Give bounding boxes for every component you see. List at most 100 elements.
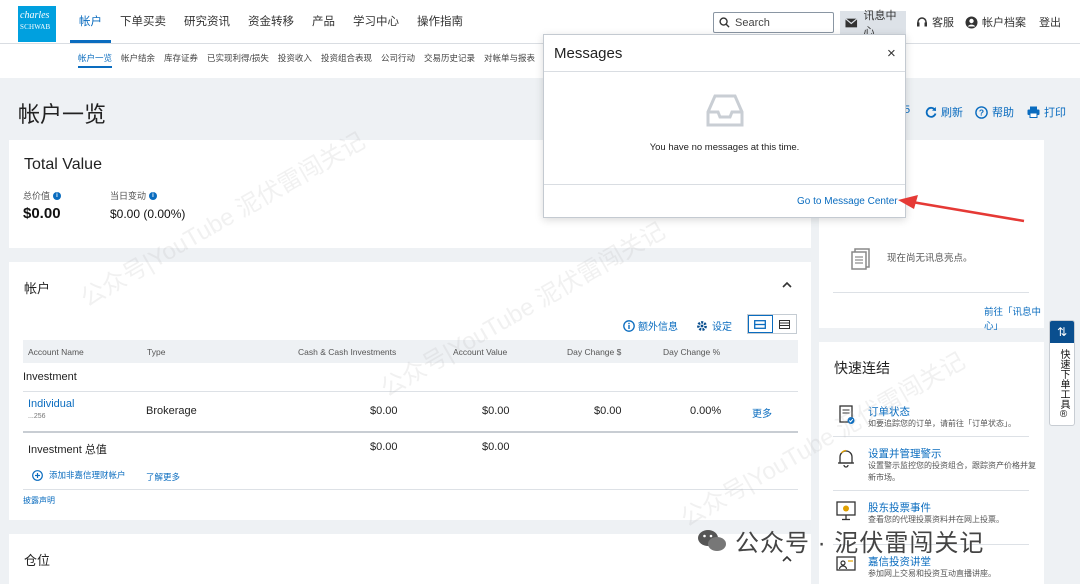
divider (833, 292, 1029, 293)
refresh-button[interactable]: 刷新 (925, 104, 963, 120)
quick-trade-label: 快速下单工具 (1058, 349, 1069, 409)
subnav-income[interactable]: 投资收入 (278, 52, 312, 68)
logout-link[interactable]: 登出 (1039, 0, 1061, 44)
divider (833, 490, 1029, 491)
document-icon (851, 248, 870, 270)
subnav-positions[interactable]: 库存证券 (164, 52, 198, 68)
subnav-gains[interactable]: 已实现利得/损失 (207, 52, 269, 68)
monitor-vote-icon (836, 501, 856, 521)
inbox-icon (706, 94, 744, 127)
info-icon[interactable]: i (149, 191, 158, 200)
divider (23, 489, 798, 490)
print-button[interactable]: 打印 (1027, 104, 1066, 120)
extra-info-link[interactable]: 额外信息 (623, 318, 678, 333)
chevron-up-icon[interactable] (782, 280, 792, 290)
messages-button[interactable]: 讯息中心 (840, 10, 906, 38)
settings-link[interactable]: 设定 (696, 318, 732, 333)
total-value-amount: $0.00 (23, 205, 61, 222)
disclosure-link[interactable]: 披露声明 (23, 495, 55, 506)
quick-trade-tab[interactable]: ⇅ 快速下单工具® (1049, 320, 1075, 426)
positions-card: 仓位 (9, 534, 811, 584)
subnav-history[interactable]: 交易历史记录 (424, 52, 475, 68)
gear-icon (697, 320, 707, 331)
col-account-name[interactable]: Account Name (28, 347, 84, 357)
divider (544, 71, 905, 72)
quick-link-order-status[interactable]: 订单状态 (868, 404, 910, 419)
divider (833, 436, 1029, 437)
search-placeholder: Search (735, 16, 770, 29)
subnav-corporate-actions[interactable]: 公司行动 (381, 52, 415, 68)
total-row-label: Investment 总值 (28, 444, 107, 456)
nav-accounts[interactable]: 帐户 (70, 0, 111, 44)
account-cash: $0.00 (370, 405, 398, 417)
registered-mark: ® (1058, 409, 1069, 420)
account-type: Brokerage (146, 405, 197, 417)
divider (544, 184, 905, 185)
account-day-change-pct: 0.00% (690, 405, 722, 417)
close-icon[interactable]: × (887, 45, 896, 62)
profile-link[interactable]: 帐户档案 (965, 0, 1026, 44)
group-label: Investment (23, 371, 77, 383)
col-type[interactable]: Type (147, 347, 165, 357)
highlights-empty-text: 现在尚无讯息亮点。 (887, 253, 973, 264)
subnav-statements[interactable]: 对帐单与报表 (484, 52, 535, 68)
quick-link-proxy-vote[interactable]: 股东投票事件 (868, 500, 931, 515)
envelope-icon (845, 17, 858, 27)
nav-trade[interactable]: 下单买卖 (111, 0, 175, 44)
accounts-title: 帐户 (24, 281, 51, 296)
go-message-center-link[interactable]: 前往「讯息中心」 (984, 304, 1044, 332)
accounts-table-header: Account Name Type Cash & Cash Investment… (23, 340, 798, 363)
list-view-button[interactable] (773, 315, 796, 333)
nav-guide[interactable]: 操作指南 (408, 0, 472, 44)
quick-links-title: 快速连结 (834, 360, 890, 376)
total-row-value: $0.00 (482, 441, 510, 453)
subnav-performance[interactable]: 投资组合表现 (321, 52, 372, 68)
wechat-watermark: 公众号 · 泥伏雷闯关记 (697, 523, 984, 558)
help-icon: ? (975, 105, 988, 119)
quick-link-desc: 如要追踪您的订单，请前往「订单状态」。 (868, 419, 1016, 428)
nav-products[interactable]: 产品 (303, 0, 344, 44)
col-day-change[interactable]: Day Change $ (567, 347, 621, 357)
subnav-balances[interactable]: 帐户结余 (121, 52, 155, 68)
divider (23, 391, 798, 392)
page-title: 帐户一览 (18, 102, 107, 127)
top-nav-bar: charles SCHWAB 帐户 下单买卖 研究资讯 资金转移 产品 学习中心… (0, 0, 1080, 44)
bell-icon (838, 449, 854, 468)
total-value-block: 总价值 i $0.00 (23, 189, 62, 222)
view-toggle (747, 314, 797, 334)
account-name-link[interactable]: Individual (28, 398, 74, 410)
nav-transfer[interactable]: 资金转移 (239, 0, 303, 44)
info-circle-icon (623, 319, 635, 332)
card-view-button[interactable] (748, 315, 773, 333)
search-input[interactable]: Search (713, 12, 834, 33)
messages-title: Messages (554, 45, 623, 62)
quick-link-desc: 设置警示监控您的投资组合，跟踪资产价格并复新市场。 (868, 461, 1036, 482)
add-account-link[interactable]: 添加非嘉信理财帐户 (32, 469, 126, 481)
total-row-cash: $0.00 (370, 441, 398, 453)
quick-link-alerts[interactable]: 设置并管理警示 (868, 446, 942, 461)
quick-link-desc: 参加网上交易和投资互动直播讲座。 (868, 569, 996, 578)
col-cash[interactable]: Cash & Cash Investments (298, 347, 396, 357)
document-check-icon (839, 405, 855, 424)
customer-service-link[interactable]: 客服 (916, 0, 954, 44)
messages-empty-text: You have no messages at this time. (649, 142, 800, 153)
svg-text:?: ? (979, 107, 984, 117)
plus-circle-icon (32, 469, 43, 481)
subnav-summary[interactable]: 帐户一览 (78, 52, 113, 68)
schwab-logo[interactable]: charles SCHWAB (18, 6, 56, 42)
more-link[interactable]: 更多 (752, 405, 772, 420)
col-day-change-pct[interactable]: Day Change % (663, 347, 720, 357)
total-value-label: 总价值 (23, 191, 51, 201)
nav-research[interactable]: 研究资讯 (175, 0, 239, 44)
swap-arrows-icon: ⇅ (1050, 321, 1074, 343)
search-icon (719, 17, 730, 28)
info-icon[interactable]: i (53, 191, 62, 200)
help-button[interactable]: ? 帮助 (975, 104, 1014, 120)
col-account-value[interactable]: Account Value (453, 347, 507, 357)
learn-more-link[interactable]: 了解更多 (146, 471, 180, 483)
user-icon (965, 16, 978, 28)
go-to-message-center-link[interactable]: Go to Message Center (797, 196, 898, 207)
day-change-block: 当日变动 i $0.00 (0.00%) (110, 189, 185, 221)
nav-learning[interactable]: 学习中心 (344, 0, 408, 44)
messages-popover: Messages × You have no messages at this … (543, 34, 906, 218)
